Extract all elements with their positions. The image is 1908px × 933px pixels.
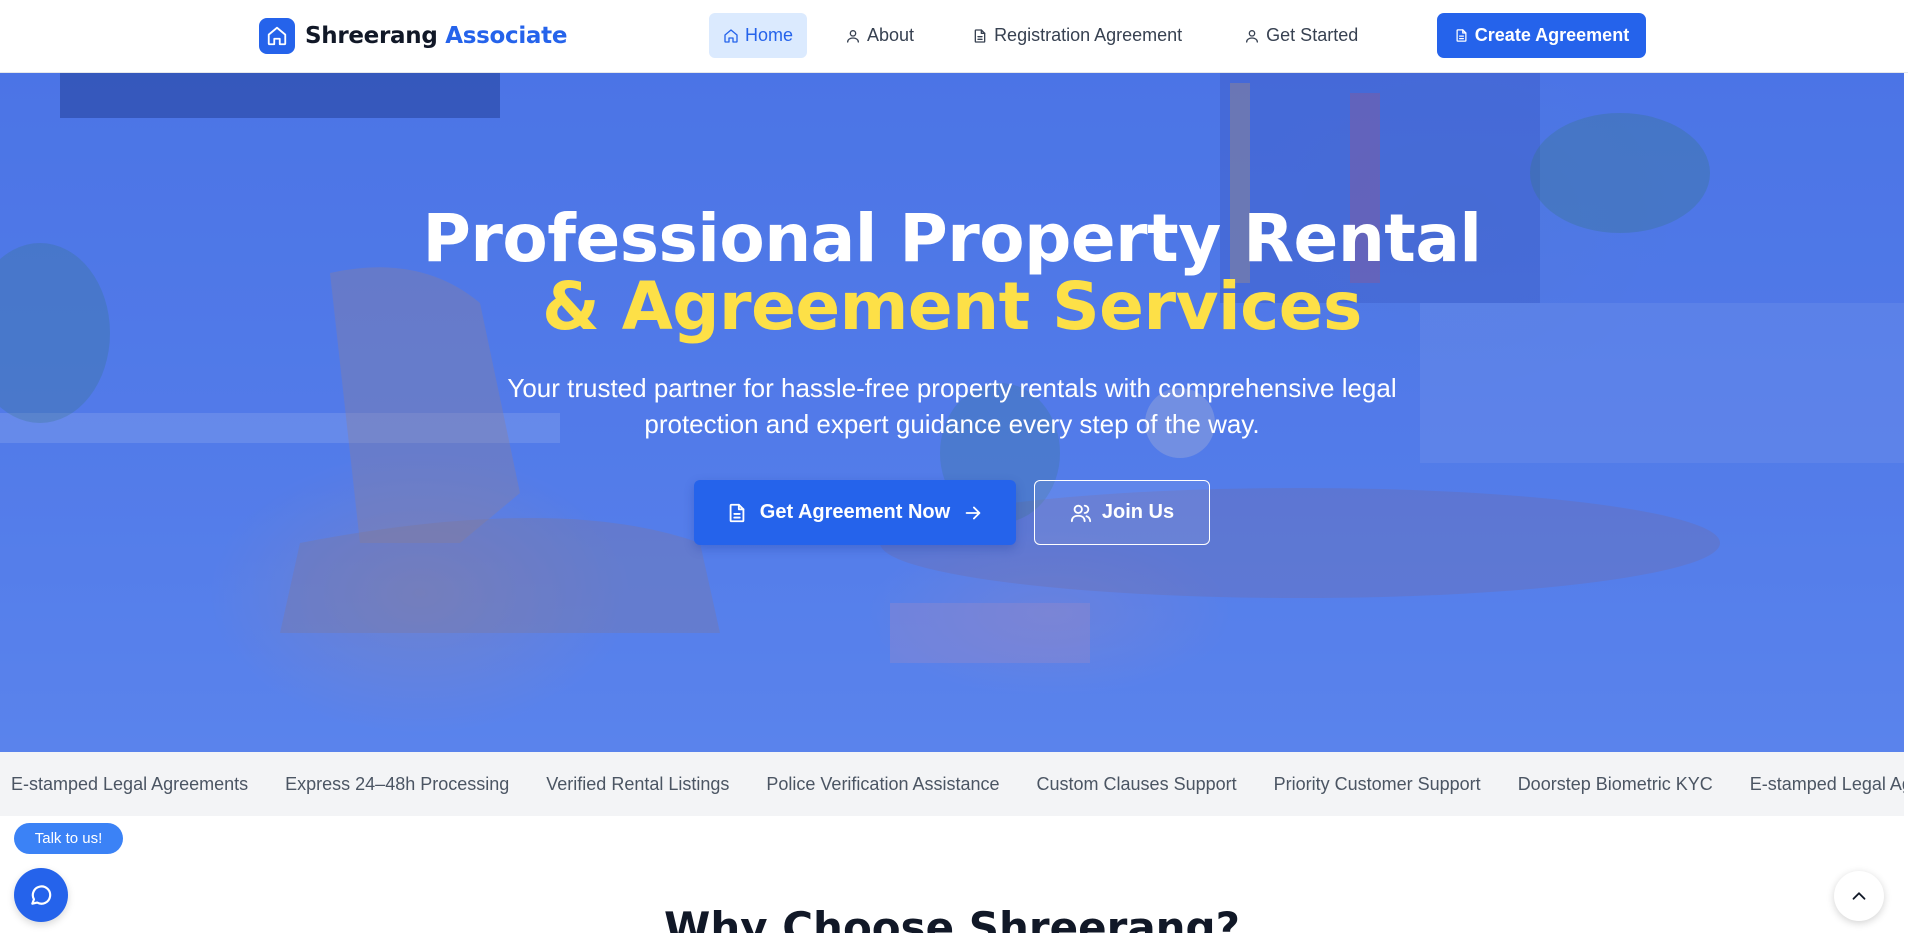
chat-bubble-icon	[31, 885, 52, 905]
section-title: Why Choose Shreerang?	[664, 903, 1240, 933]
ticker-item: Custom Clauses Support	[1036, 773, 1237, 794]
get-agreement-now-button[interactable]: Get Agreement Now	[694, 480, 1016, 545]
ticker-item: Express 24–48h Processing	[285, 773, 510, 794]
document-icon	[729, 503, 745, 522]
nav-item-label: Home	[745, 25, 794, 45]
hero-subtitle: Your trusted partner for hassle-free pro…	[507, 373, 1397, 439]
scroll-to-top-button[interactable]	[1834, 871, 1884, 921]
hero-section: Professional Property Rental & Agreement…	[0, 73, 1904, 752]
features-ticker: E-stamped Legal Agreements Express 24–48…	[0, 752, 1904, 816]
ticker-item: Verified Rental Listings	[546, 773, 730, 794]
nav-item-registration-agreement[interactable]: Registration Agreement	[958, 13, 1196, 58]
ticker-item: E-stamped Legal Agreements	[11, 773, 249, 794]
ticker-item: Priority Customer Support	[1273, 773, 1481, 794]
chat-button[interactable]	[14, 868, 68, 922]
ticker-item: E-stamped Legal Agreements	[1749, 773, 1904, 794]
main-nav: Home About Registration Agreement Get St…	[709, 13, 1396, 58]
hero-title-line2: & Agreement Services	[542, 268, 1362, 345]
create-agreement-label: Create Agreement	[1474, 25, 1630, 45]
create-agreement-button[interactable]: Create Agreement	[1437, 13, 1646, 58]
site-header: Shreerang Associate Home About Registrat…	[0, 0, 1908, 73]
ticker-item: Doorstep Biometric KYC	[1517, 773, 1713, 794]
hero-title-line1: Professional Property Rental	[422, 200, 1482, 277]
hero-content: Professional Property Rental & Agreement…	[0, 73, 1904, 752]
document-icon	[1456, 29, 1467, 42]
ticker-track: E-stamped Legal Agreements Express 24–48…	[11, 752, 1904, 816]
hero-title: Professional Property Rental & Agreement…	[0, 205, 1904, 341]
nav-item-label: Get Started	[1266, 25, 1359, 45]
user-icon	[847, 29, 860, 43]
brand-name-primary: Shreerang	[305, 23, 438, 49]
users-icon	[1070, 504, 1091, 522]
brand-name-accent: Associate	[445, 23, 568, 49]
user-icon	[1246, 29, 1259, 43]
brand[interactable]: Shreerang Associate	[259, 17, 567, 55]
ticker-item: Police Verification Assistance	[766, 773, 1000, 794]
chevron-up-icon	[1852, 892, 1866, 900]
talk-to-us-pill[interactable]: Talk to us!	[14, 823, 123, 854]
arrow-right-icon	[965, 506, 981, 519]
home-icon	[724, 28, 738, 43]
get-agreement-now-label: Get Agreement Now	[759, 501, 951, 523]
nav-item-label: About	[867, 25, 915, 45]
home-icon	[259, 18, 295, 54]
brand-name: Shreerang Associate	[305, 23, 567, 49]
nav-item-about[interactable]: About	[831, 13, 928, 58]
document-icon	[974, 28, 986, 43]
nav-item-get-started[interactable]: Get Started	[1230, 13, 1372, 58]
nav-item-label: Registration Agreement	[994, 25, 1183, 45]
join-us-label: Join Us	[1101, 501, 1175, 523]
join-us-button[interactable]: Join Us	[1034, 480, 1210, 545]
nav-item-home[interactable]: Home	[709, 13, 808, 58]
